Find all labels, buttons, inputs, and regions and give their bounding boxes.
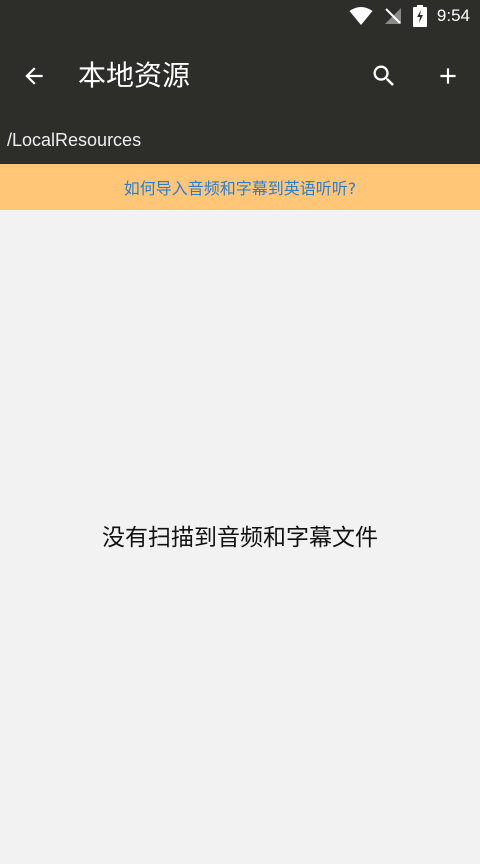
add-button[interactable] <box>428 56 468 96</box>
no-signal-icon <box>384 8 401 24</box>
help-banner[interactable]: 如何导入音频和字幕到英语听听? <box>0 164 480 210</box>
status-icons: 9:54 <box>349 0 470 32</box>
page-title: 本地资源 <box>78 59 191 92</box>
status-bar: 9:54 <box>0 0 480 32</box>
app-bar: 本地资源 /LocalResources <box>0 32 480 164</box>
search-button[interactable] <box>364 56 404 96</box>
wifi-icon <box>349 7 373 25</box>
current-path: /LocalResources <box>7 130 142 150</box>
status-time: 9:54 <box>436 6 470 25</box>
empty-state-message: 没有扫描到音频和字幕文件 <box>102 525 378 551</box>
back-button[interactable] <box>14 56 54 96</box>
search-icon <box>373 65 394 86</box>
plus-icon <box>440 68 456 84</box>
battery-charging-icon <box>412 5 427 27</box>
help-link[interactable]: 如何导入音频和字幕到英语听听? <box>124 175 357 199</box>
arrow-back-icon <box>25 67 43 85</box>
